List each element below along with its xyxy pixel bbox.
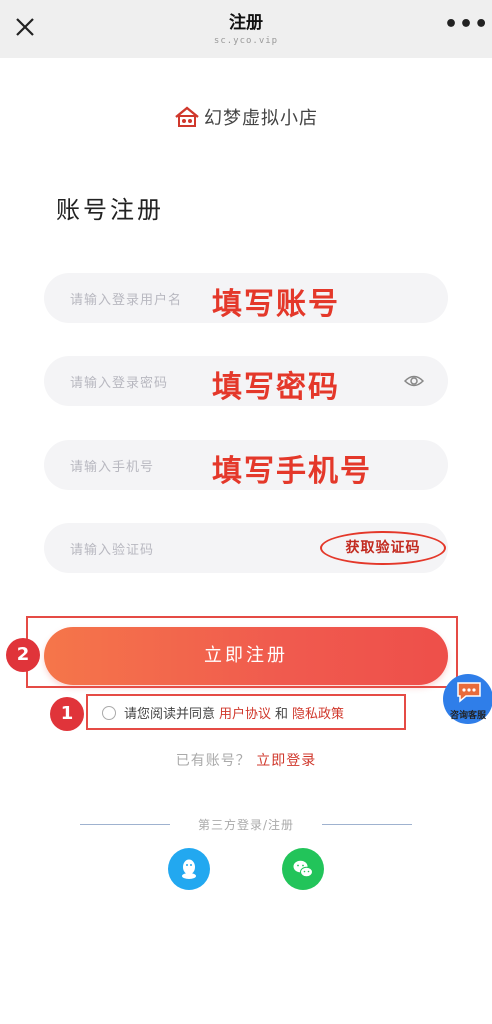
get-code-button[interactable]: 获取验证码 (320, 531, 446, 565)
login-prompt-text: 已有账号？ (175, 753, 251, 769)
eye-icon[interactable] (403, 372, 425, 390)
top-bar: 注册 sc.yco.vip ••• (0, 0, 492, 58)
privacy-policy-link[interactable]: 隐私政策 (292, 703, 344, 722)
store-logo-icon (174, 106, 200, 128)
phone-field[interactable]: 请输入手机号 填写手机号 (44, 440, 448, 490)
code-placeholder: 请输入验证码 (70, 543, 155, 558)
more-icon: ••• (444, 12, 490, 37)
username-placeholder: 请输入登录用户名 (70, 293, 183, 308)
wechat-login-button[interactable] (282, 848, 324, 890)
agreement-row: 请您阅读并同意 用户协议 和 隐私政策 (102, 703, 344, 722)
more-button[interactable]: ••• (444, 14, 488, 39)
agreement-and: 和 (275, 707, 289, 722)
store-logo: 幻梦虚拟小店 (0, 104, 492, 132)
divider-line-right (322, 824, 412, 825)
qq-login-button[interactable] (168, 848, 210, 890)
page-title: 账号注册 (56, 196, 164, 224)
agreement-prefix: 请您阅读并同意 (124, 707, 216, 722)
chat-icon (457, 682, 481, 703)
login-prompt: 已有账号？ 立即登录 (0, 750, 492, 770)
username-field[interactable]: 请输入登录用户名 填写账号 (44, 273, 448, 323)
agreement-checkbox[interactable] (102, 705, 116, 720)
password-annotation: 填写密码 (212, 370, 340, 405)
step-1-badge: 1 (50, 697, 84, 731)
wechat-icon (293, 860, 313, 878)
customer-service-label: 咨询客服 (449, 711, 486, 721)
password-placeholder: 请输入登录密码 (70, 376, 169, 391)
step-2-badge: 2 (6, 638, 40, 672)
password-field[interactable]: 请输入登录密码 填写密码 (44, 356, 448, 406)
login-link[interactable]: 立即登录 (256, 753, 316, 769)
store-name: 幻梦虚拟小店 (204, 108, 318, 129)
page-header-title: 注册 (229, 13, 263, 33)
verification-code-field[interactable]: 请输入验证码 获取验证码 (44, 523, 448, 573)
user-agreement-link[interactable]: 用户协议 (219, 703, 271, 722)
qq-icon (182, 859, 196, 879)
phone-placeholder: 请输入手机号 (70, 460, 155, 475)
phone-annotation: 填写手机号 (212, 454, 372, 489)
register-button[interactable]: 立即注册 (44, 627, 448, 685)
page-header-url: sc.yco.vip (213, 36, 279, 46)
username-annotation: 填写账号 (212, 287, 340, 322)
customer-service-button[interactable]: 咨询客服 (443, 674, 492, 724)
third-party-divider: 第三方登录/注册 (80, 814, 412, 834)
